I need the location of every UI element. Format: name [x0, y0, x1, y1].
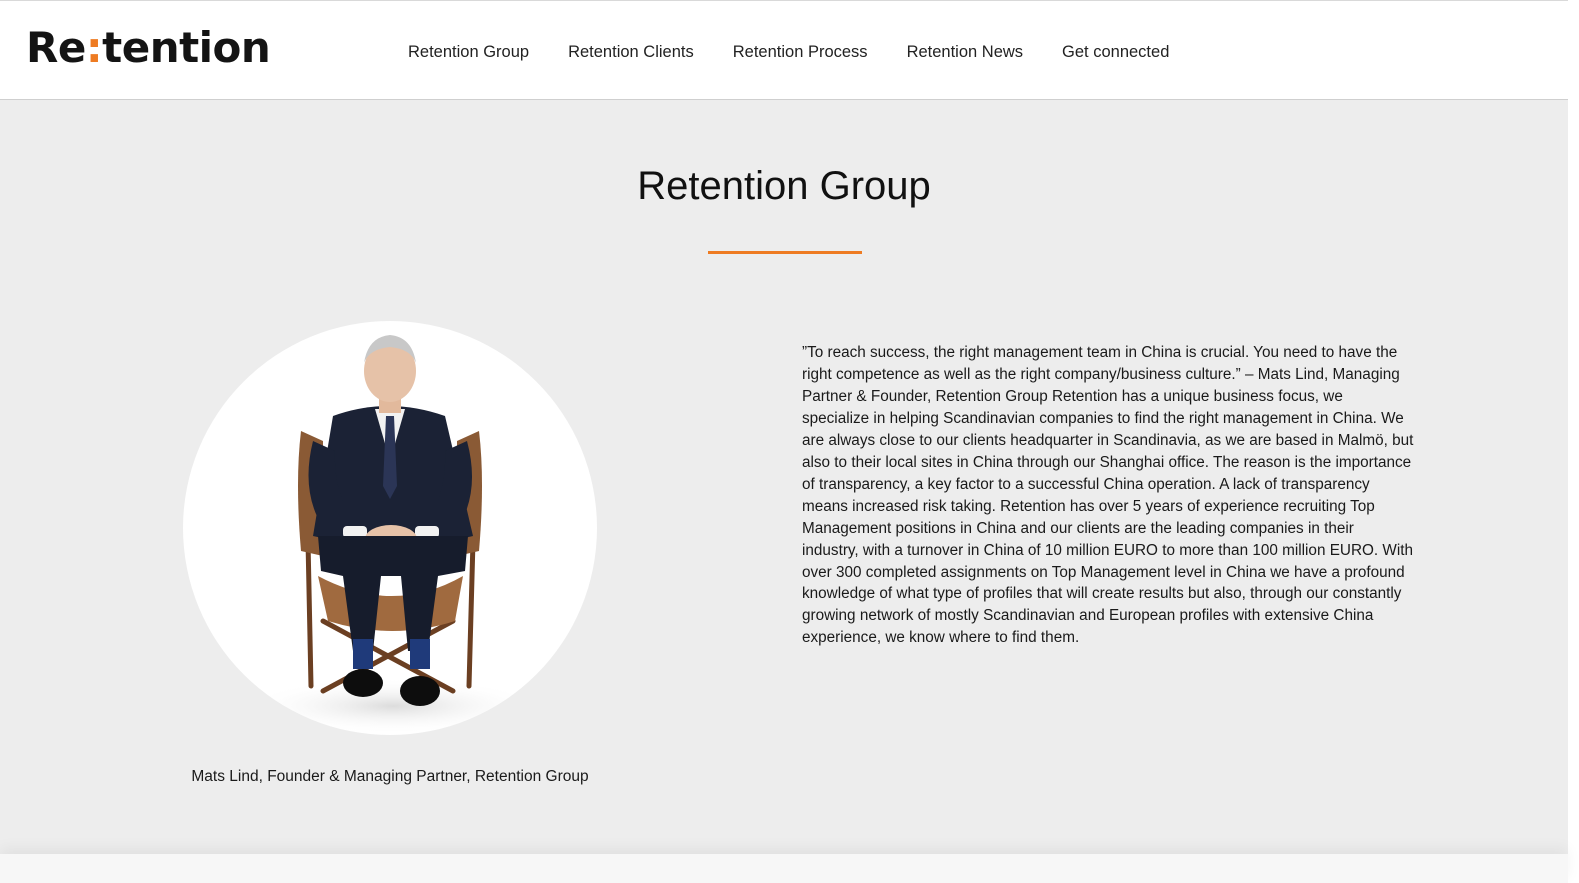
- logo-colon: :: [85, 23, 103, 72]
- company-description: ”To reach success, the right management …: [802, 344, 1414, 647]
- logo-text-tention: tention: [102, 23, 271, 72]
- portrait-caption: Mats Lind, Founder & Managing Partner, R…: [191, 768, 589, 785]
- site-header: Re:tention Retention Group Retention Cli…: [0, 0, 1568, 100]
- nav-get-connected[interactable]: Get connected: [1062, 41, 1169, 63]
- founder-portrait: [183, 321, 597, 735]
- main-nav: Retention Group Retention Clients Retent…: [408, 41, 1208, 63]
- nav-retention-process[interactable]: Retention Process: [733, 41, 868, 63]
- nav-retention-news[interactable]: Retention News: [907, 41, 1023, 63]
- page-title: Retention Group: [637, 164, 931, 208]
- retention-logo[interactable]: Re:tention: [26, 23, 271, 73]
- footer-strip: [0, 854, 1568, 883]
- nav-retention-group[interactable]: Retention Group: [408, 41, 529, 63]
- page-right-edge: [1568, 0, 1579, 883]
- logo-text-re: Re: [26, 23, 86, 72]
- person-portrait-icon: [243, 335, 543, 734]
- nav-retention-clients[interactable]: Retention Clients: [568, 41, 694, 63]
- title-underline: [708, 251, 862, 254]
